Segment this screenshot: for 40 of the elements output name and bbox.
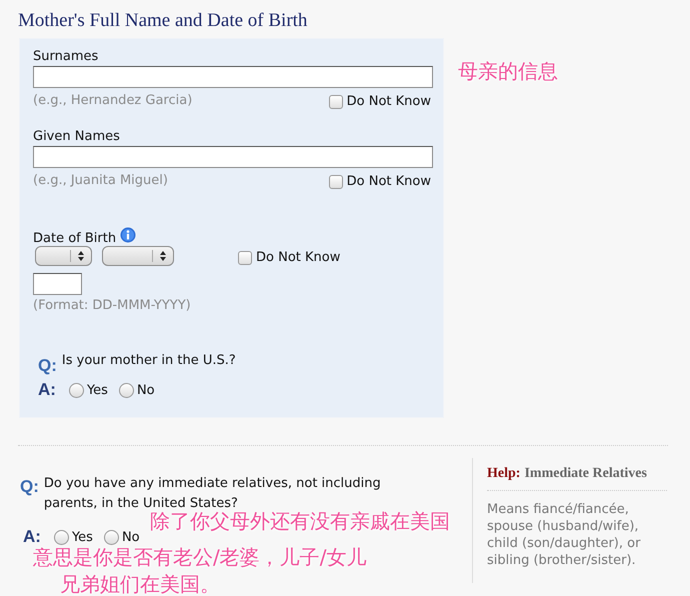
year-field[interactable] [33,273,82,295]
question-text: Is your mother in the U.S.? [62,353,236,368]
field-label: Given Names [33,129,121,144]
radio-label: No [136,382,155,398]
radio-label: Yes [72,530,93,544]
checkbox-label: Do Not Know [346,94,431,109]
checkbox-label: Do Not Know [346,174,431,189]
section-title: Mother's Full Name and Date of Birth [18,10,308,33]
text-field[interactable] [33,146,433,168]
question-mark: Q: [20,478,39,496]
annotation-text: 兄弟姐们在美国。 [60,571,220,596]
answer-mark: A: [23,528,41,546]
checkbox[interactable] [238,250,252,264]
example-hint: (e.g., Juanita Miguel) [33,172,168,188]
field-label: Date of Birth [33,231,116,246]
format-hint: (Format: DD-MMM-YYYY) [33,298,192,313]
checkbox[interactable] [328,174,343,188]
field-label: Surnames [33,49,100,64]
radio-button[interactable] [54,530,69,544]
annotation-text: 意思是你是否有老公/老婆，儿子/女儿 [33,544,366,571]
text-field[interactable] [33,66,433,88]
info-icon[interactable] [120,227,136,243]
checkbox-label: Do Not Know [256,250,340,265]
help-title: Immediate Relatives [524,466,647,481]
dropdown[interactable] [102,246,174,266]
radio-button[interactable] [68,382,84,398]
dropdown[interactable] [35,246,92,266]
help-label: Help: [487,466,520,481]
radio-button[interactable] [104,530,119,544]
radio-label: Yes [86,382,108,398]
checkbox[interactable] [328,94,343,108]
question-mark: Q: [38,357,57,375]
answer-mark: A: [38,381,56,399]
question-text: Do you have any immediate relatives, not including parents, in the United States? [44,475,382,511]
radio-label: No [122,530,140,544]
help-text: Means fiancé/fiancée, spouse (husband/wife), child (son/daughter), or sibling (brother/sister). [487,501,642,569]
annotation-text: 除了你父母外还有没有亲戚在美国 [150,508,450,535]
radio-button[interactable] [118,382,134,398]
annotation-text: 母亲的信息 [458,58,558,85]
example-hint: (e.g., Hernandez Garcia) [33,92,192,108]
